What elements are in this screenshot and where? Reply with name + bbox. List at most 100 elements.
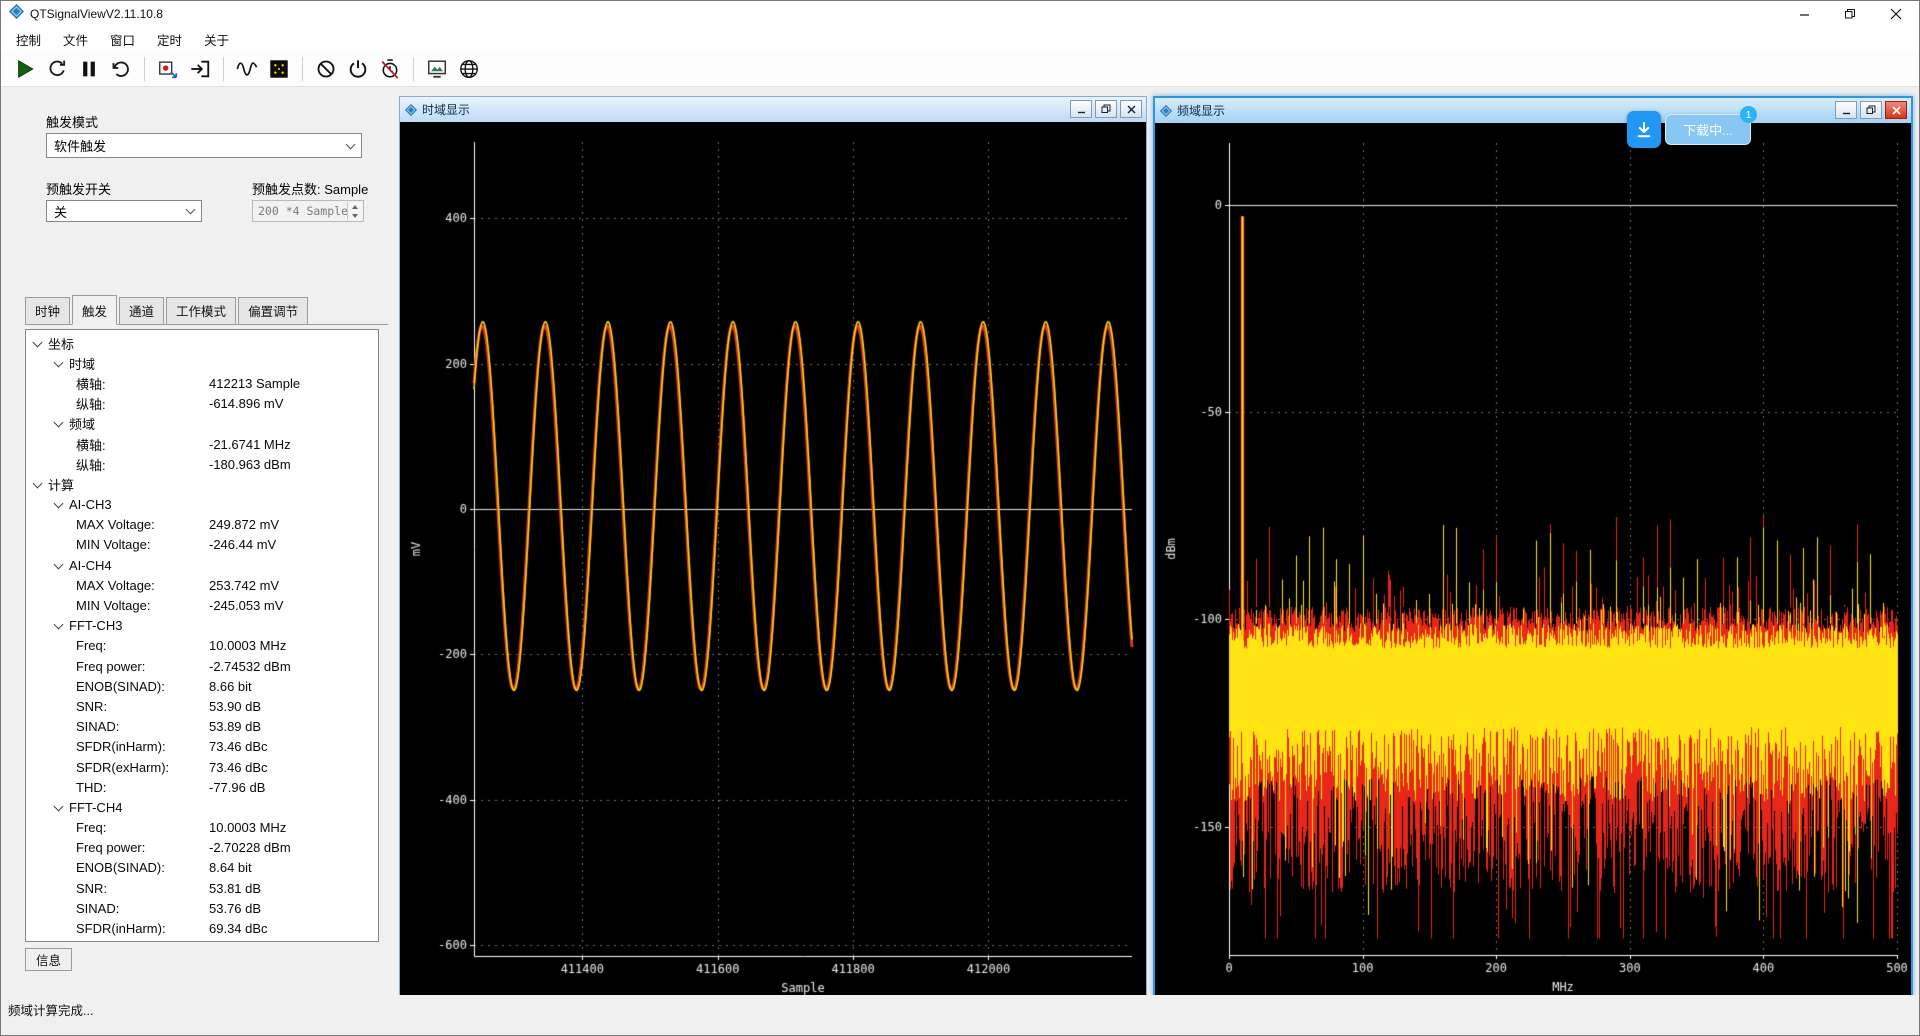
- freq-window-title: 频域显示: [1177, 102, 1225, 119]
- tree-branch-label: 坐标: [48, 334, 74, 353]
- close-button[interactable]: [1120, 100, 1142, 118]
- time-domain-chart[interactable]: [400, 122, 1146, 1006]
- tree-leaf-value: 69.34 dBc: [209, 921, 268, 936]
- freq-window-controls: [1832, 101, 1907, 119]
- timer-off-icon[interactable]: [375, 54, 405, 84]
- tab-offset-adjust[interactable]: 偏置调节: [238, 297, 308, 324]
- tree-leaf-key: SINAD:: [76, 719, 119, 734]
- tree-leaf-value: -246.44 mV: [209, 537, 276, 552]
- download-toast: 下载中... 1: [1627, 111, 1751, 148]
- loop-icon[interactable]: [42, 54, 72, 84]
- freq-window-titlebar[interactable]: 频域显示: [1155, 98, 1911, 123]
- tree-branch-fft-ch3[interactable]: FFT-CH3: [26, 616, 378, 636]
- record-icon[interactable]: [153, 54, 183, 84]
- tree-leaf: SFDR(inHarm):69.34 dBc: [26, 918, 378, 938]
- tree-leaf-key: ENOB(SINAD):: [76, 860, 165, 875]
- tab-info[interactable]: 信息: [25, 948, 72, 971]
- save-image-icon[interactable]: [422, 54, 452, 84]
- chevron-down-icon: [346, 139, 356, 149]
- restore-button[interactable]: [1827, 1, 1873, 27]
- window-diamond-icon: [1160, 105, 1172, 117]
- tree-branch-ai-ch3[interactable]: AI-CH3: [26, 495, 378, 515]
- restore-button[interactable]: [1860, 101, 1882, 119]
- tree-leaf-value: 73.46 dBc: [209, 739, 268, 754]
- tree-leaf-value: -77.96 dB: [209, 780, 265, 795]
- toolbar-separator: [144, 57, 145, 81]
- menu-item-window[interactable]: 窗口: [99, 27, 146, 52]
- pretrigger-switch-select[interactable]: 关: [46, 200, 202, 222]
- minimize-button[interactable]: [1781, 1, 1827, 27]
- run-once-icon[interactable]: [106, 54, 136, 84]
- menu-item-timing[interactable]: 定时: [146, 27, 193, 52]
- toolbar: [1, 51, 1919, 87]
- pause-icon[interactable]: [74, 54, 104, 84]
- export-icon[interactable]: [185, 54, 215, 84]
- download-button[interactable]: [1627, 111, 1661, 148]
- tree-leaf: MAX Voltage:249.872 mV: [26, 515, 378, 535]
- network-icon[interactable]: [454, 54, 484, 84]
- measurement-tree: 坐标时域横轴:412213 Sample纵轴:-614.896 mV频域横轴:-…: [25, 329, 379, 942]
- play-icon[interactable]: [10, 54, 40, 84]
- pretrigger-points-input[interactable]: 200 *4 Sample: [252, 200, 364, 222]
- menu-item-file[interactable]: 文件: [52, 27, 99, 52]
- tab-clock[interactable]: 时钟: [25, 297, 70, 324]
- time-window-titlebar[interactable]: 时域显示: [400, 97, 1146, 122]
- chevron-down-icon[interactable]: [55, 558, 69, 573]
- tab-work-mode[interactable]: 工作模式: [166, 297, 236, 324]
- tree-leaf-key: SNR:: [76, 881, 107, 896]
- tree-leaf-value: -2.70228 dBm: [209, 840, 291, 855]
- minimize-button[interactable]: [1835, 101, 1857, 119]
- tree-leaf-value: -180.963 dBm: [209, 457, 291, 472]
- tree-branch-freq-domain[interactable]: 频域: [26, 414, 378, 434]
- trigger-mode-select[interactable]: 软件触发: [46, 133, 362, 158]
- spinner-arrows: [347, 202, 362, 220]
- menu-bar: 控制文件窗口定时关于: [1, 27, 1919, 51]
- waveform-icon[interactable]: [232, 54, 262, 84]
- left-panel: 触发模式 软件触发 预触发开关 预触发点数: Sample 关 200 *4 S…: [1, 88, 396, 995]
- power-icon[interactable]: [343, 54, 373, 84]
- tree-branch-label: FFT-CH4: [69, 800, 122, 815]
- tree-leaf-key: Freq power:: [76, 659, 145, 674]
- circle-slash-icon[interactable]: [311, 54, 341, 84]
- download-status[interactable]: 下载中... 1: [1665, 114, 1751, 145]
- tree-leaf-value: 10.0003 MHz: [209, 820, 286, 835]
- spin-up-icon[interactable]: [348, 202, 362, 211]
- restore-button[interactable]: [1095, 100, 1117, 118]
- menu-item-about[interactable]: 关于: [193, 27, 240, 52]
- spin-down-icon[interactable]: [348, 211, 362, 220]
- chevron-down-icon[interactable]: [55, 800, 69, 815]
- chevron-down-icon[interactable]: [55, 416, 69, 431]
- tree-leaf-key: MAX Voltage:: [76, 517, 155, 532]
- menu-item-control[interactable]: 控制: [5, 27, 52, 52]
- frequency-domain-chart[interactable]: [1155, 123, 1911, 1005]
- tree-branch-fft-ch4[interactable]: FFT-CH4: [26, 797, 378, 817]
- tree-leaf-key: 横轴:: [76, 435, 106, 454]
- tree-leaf: THD:-77.96 dB: [26, 777, 378, 797]
- tree-leaf: Freq: 10.0003 MHz: [26, 818, 378, 838]
- tree-branch-time-domain[interactable]: 时域: [26, 353, 378, 373]
- chevron-down-icon[interactable]: [34, 336, 48, 351]
- trigger-mode-label: 触发模式: [46, 112, 98, 131]
- chevron-down-icon[interactable]: [34, 477, 48, 492]
- minimize-button[interactable]: [1070, 100, 1092, 118]
- tree-leaf: ENOB(SINAD):8.66 bit: [26, 676, 378, 696]
- tree-leaf-key: SFDR(exHarm):: [76, 760, 169, 775]
- tree-branch-coordinates[interactable]: 坐标: [26, 333, 378, 353]
- titlebar: QTSignalViewV2.11.10.8: [1, 1, 1919, 27]
- chevron-down-icon[interactable]: [55, 618, 69, 633]
- toolbar-separator: [223, 57, 224, 81]
- tree-leaf-key: Freq:: [76, 820, 106, 835]
- tree-leaf: SFDR(exHarm):73.46 dBc: [26, 757, 378, 777]
- tree-branch-ai-ch4[interactable]: AI-CH4: [26, 555, 378, 575]
- time-window-title: 时域显示: [422, 101, 470, 118]
- chevron-down-icon[interactable]: [55, 497, 69, 512]
- tab-trigger[interactable]: 触发: [72, 295, 117, 325]
- constellation-icon[interactable]: [264, 54, 294, 84]
- tab-channel[interactable]: 通道: [119, 297, 164, 324]
- chevron-down-icon[interactable]: [55, 356, 69, 371]
- settings-tabs: 时钟触发通道工作模式偏置调节: [25, 301, 388, 325]
- close-button[interactable]: [1885, 101, 1907, 119]
- close-button[interactable]: [1873, 1, 1919, 27]
- tree-leaf-key: Freq power:: [76, 840, 145, 855]
- tree-branch-calculation[interactable]: 计算: [26, 474, 378, 494]
